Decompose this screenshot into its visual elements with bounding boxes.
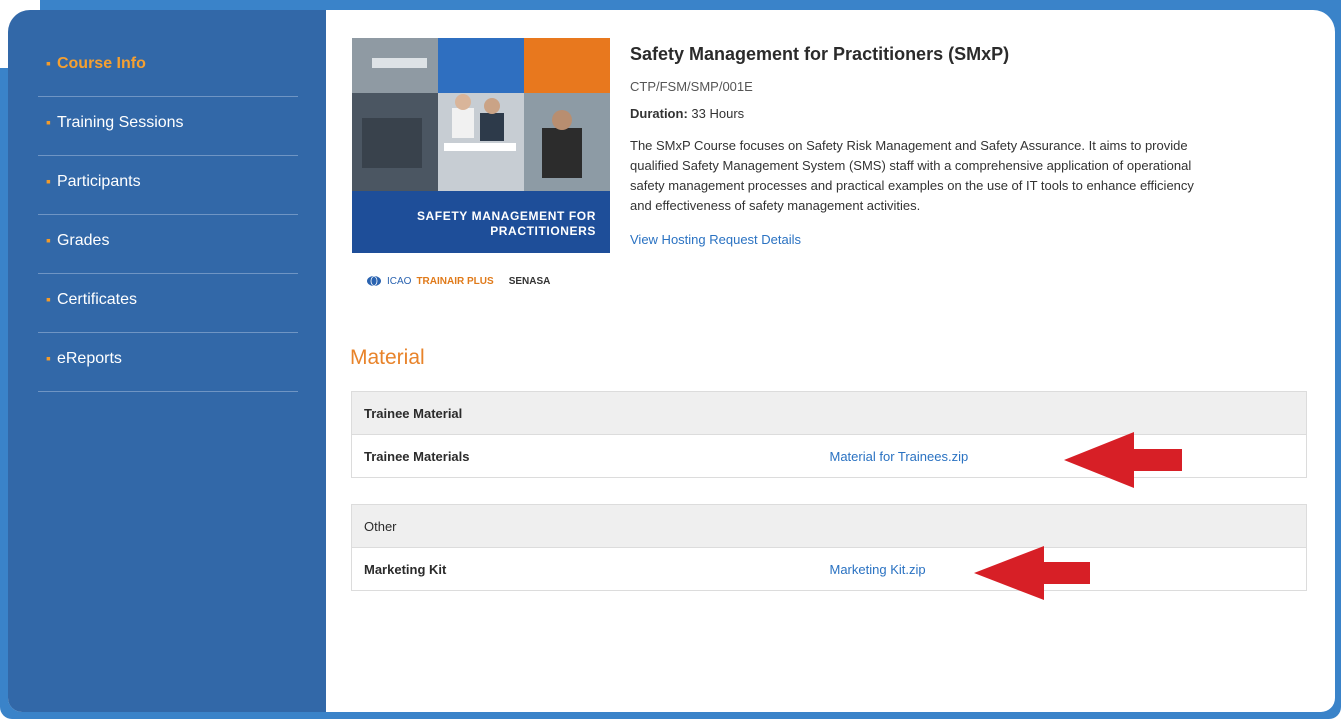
material-file-cell: Material for Trainees.zip (817, 434, 1307, 478)
sidebar-item-label: Grades (56, 232, 110, 249)
sidebar-nav: ▪ Course Info ▪ Training Sessions ▪ Partici… (38, 38, 298, 392)
sidebar: ▪ Course Info ▪ Training Sessions ▪ Partici… (8, 10, 326, 712)
course-title: Safety Management for Practitioners (SMx… (630, 44, 1010, 64)
sidebar-item-ereports[interactable]: ▪ eReports (38, 333, 298, 392)
sidebar-item-label: Course Info (56, 55, 146, 72)
material-heading: Material (350, 346, 425, 369)
course-description: The SMxP Course focuses on Safety Risk M… (630, 138, 1194, 213)
bullet-icon: ▪ (46, 232, 51, 248)
main-content: SAFETY MANAGEMENT FOR PRACTITIONERS ICAO… (326, 10, 1335, 712)
group-label: Trainee Material (351, 391, 1307, 435)
cover-logos: ICAO TRAINAIR PLUS SENASA (352, 268, 610, 294)
group-label: Other (351, 504, 1307, 548)
table-row: Marketing Kit Marketing Kit.zip (351, 547, 1307, 591)
sidebar-item-label: Certificates (56, 291, 137, 308)
sidebar-item-course-info[interactable]: ▪ Course Info (38, 38, 298, 97)
photo-collage-graphic (352, 38, 610, 191)
table-group-header: Trainee Material (351, 391, 1307, 435)
red-arrow-icon (974, 546, 1090, 600)
red-arrow-icon (1064, 432, 1182, 488)
icao-logo-text: ICAO (387, 275, 412, 287)
course-info: Safety Management for Practitioners (SMx… (630, 44, 1230, 249)
cover-photo-collage (352, 38, 610, 191)
sidebar-item-participants[interactable]: ▪ Participants (38, 156, 298, 215)
sidebar-item-training-sessions[interactable]: ▪ Training Sessions (38, 97, 298, 156)
icao-logo-icon (367, 276, 381, 286)
app-window: ▪ Course Info ▪ Training Sessions ▪ Partici… (0, 0, 1341, 719)
bullet-icon: ▪ (46, 173, 51, 189)
course-code: CTP/FSM/SMP/001E (630, 79, 753, 94)
sidebar-item-label: eReports (56, 350, 122, 367)
cover-banner: SAFETY MANAGEMENT FOR PRACTITIONERS (352, 191, 610, 253)
cover-banner-line2: PRACTITIONERS (490, 224, 596, 238)
sidebar-item-label: Training Sessions (56, 114, 184, 131)
download-trainee-materials-link[interactable]: Material for Trainees.zip (830, 449, 969, 464)
cover-banner-line1: SAFETY MANAGEMENT FOR (416, 209, 596, 223)
material-label: Trainee Materials (351, 434, 818, 478)
course-duration: Duration: 33 Hours (630, 106, 1230, 121)
course-cover-image: SAFETY MANAGEMENT FOR PRACTITIONERS ICAO… (352, 38, 610, 287)
sidebar-item-certificates[interactable]: ▪ Certificates (38, 274, 298, 333)
material-label: Marketing Kit (351, 547, 818, 591)
sidebar-item-label: Participants (56, 173, 141, 190)
senasa-logo-text: SENASA (508, 275, 551, 287)
other-material-table: Other Marketing Kit Marketing Kit.zip (351, 504, 1307, 591)
content-panel: ▪ Course Info ▪ Training Sessions ▪ Partici… (8, 10, 1335, 712)
bullet-icon: ▪ (46, 114, 51, 130)
bullet-icon: ▪ (46, 350, 51, 366)
table-group-header: Other (351, 504, 1307, 548)
bullet-icon: ▪ (46, 291, 51, 307)
duration-value: 33 Hours (687, 106, 745, 121)
download-marketing-kit-link[interactable]: Marketing Kit.zip (830, 562, 926, 577)
trainair-logo-text: TRAINAIR PLUS (416, 275, 494, 287)
view-hosting-request-link[interactable]: View Hosting Request Details (630, 232, 801, 247)
bullet-icon: ▪ (46, 55, 51, 71)
sidebar-item-grades[interactable]: ▪ Grades (38, 215, 298, 274)
duration-label: Duration: (630, 106, 688, 121)
